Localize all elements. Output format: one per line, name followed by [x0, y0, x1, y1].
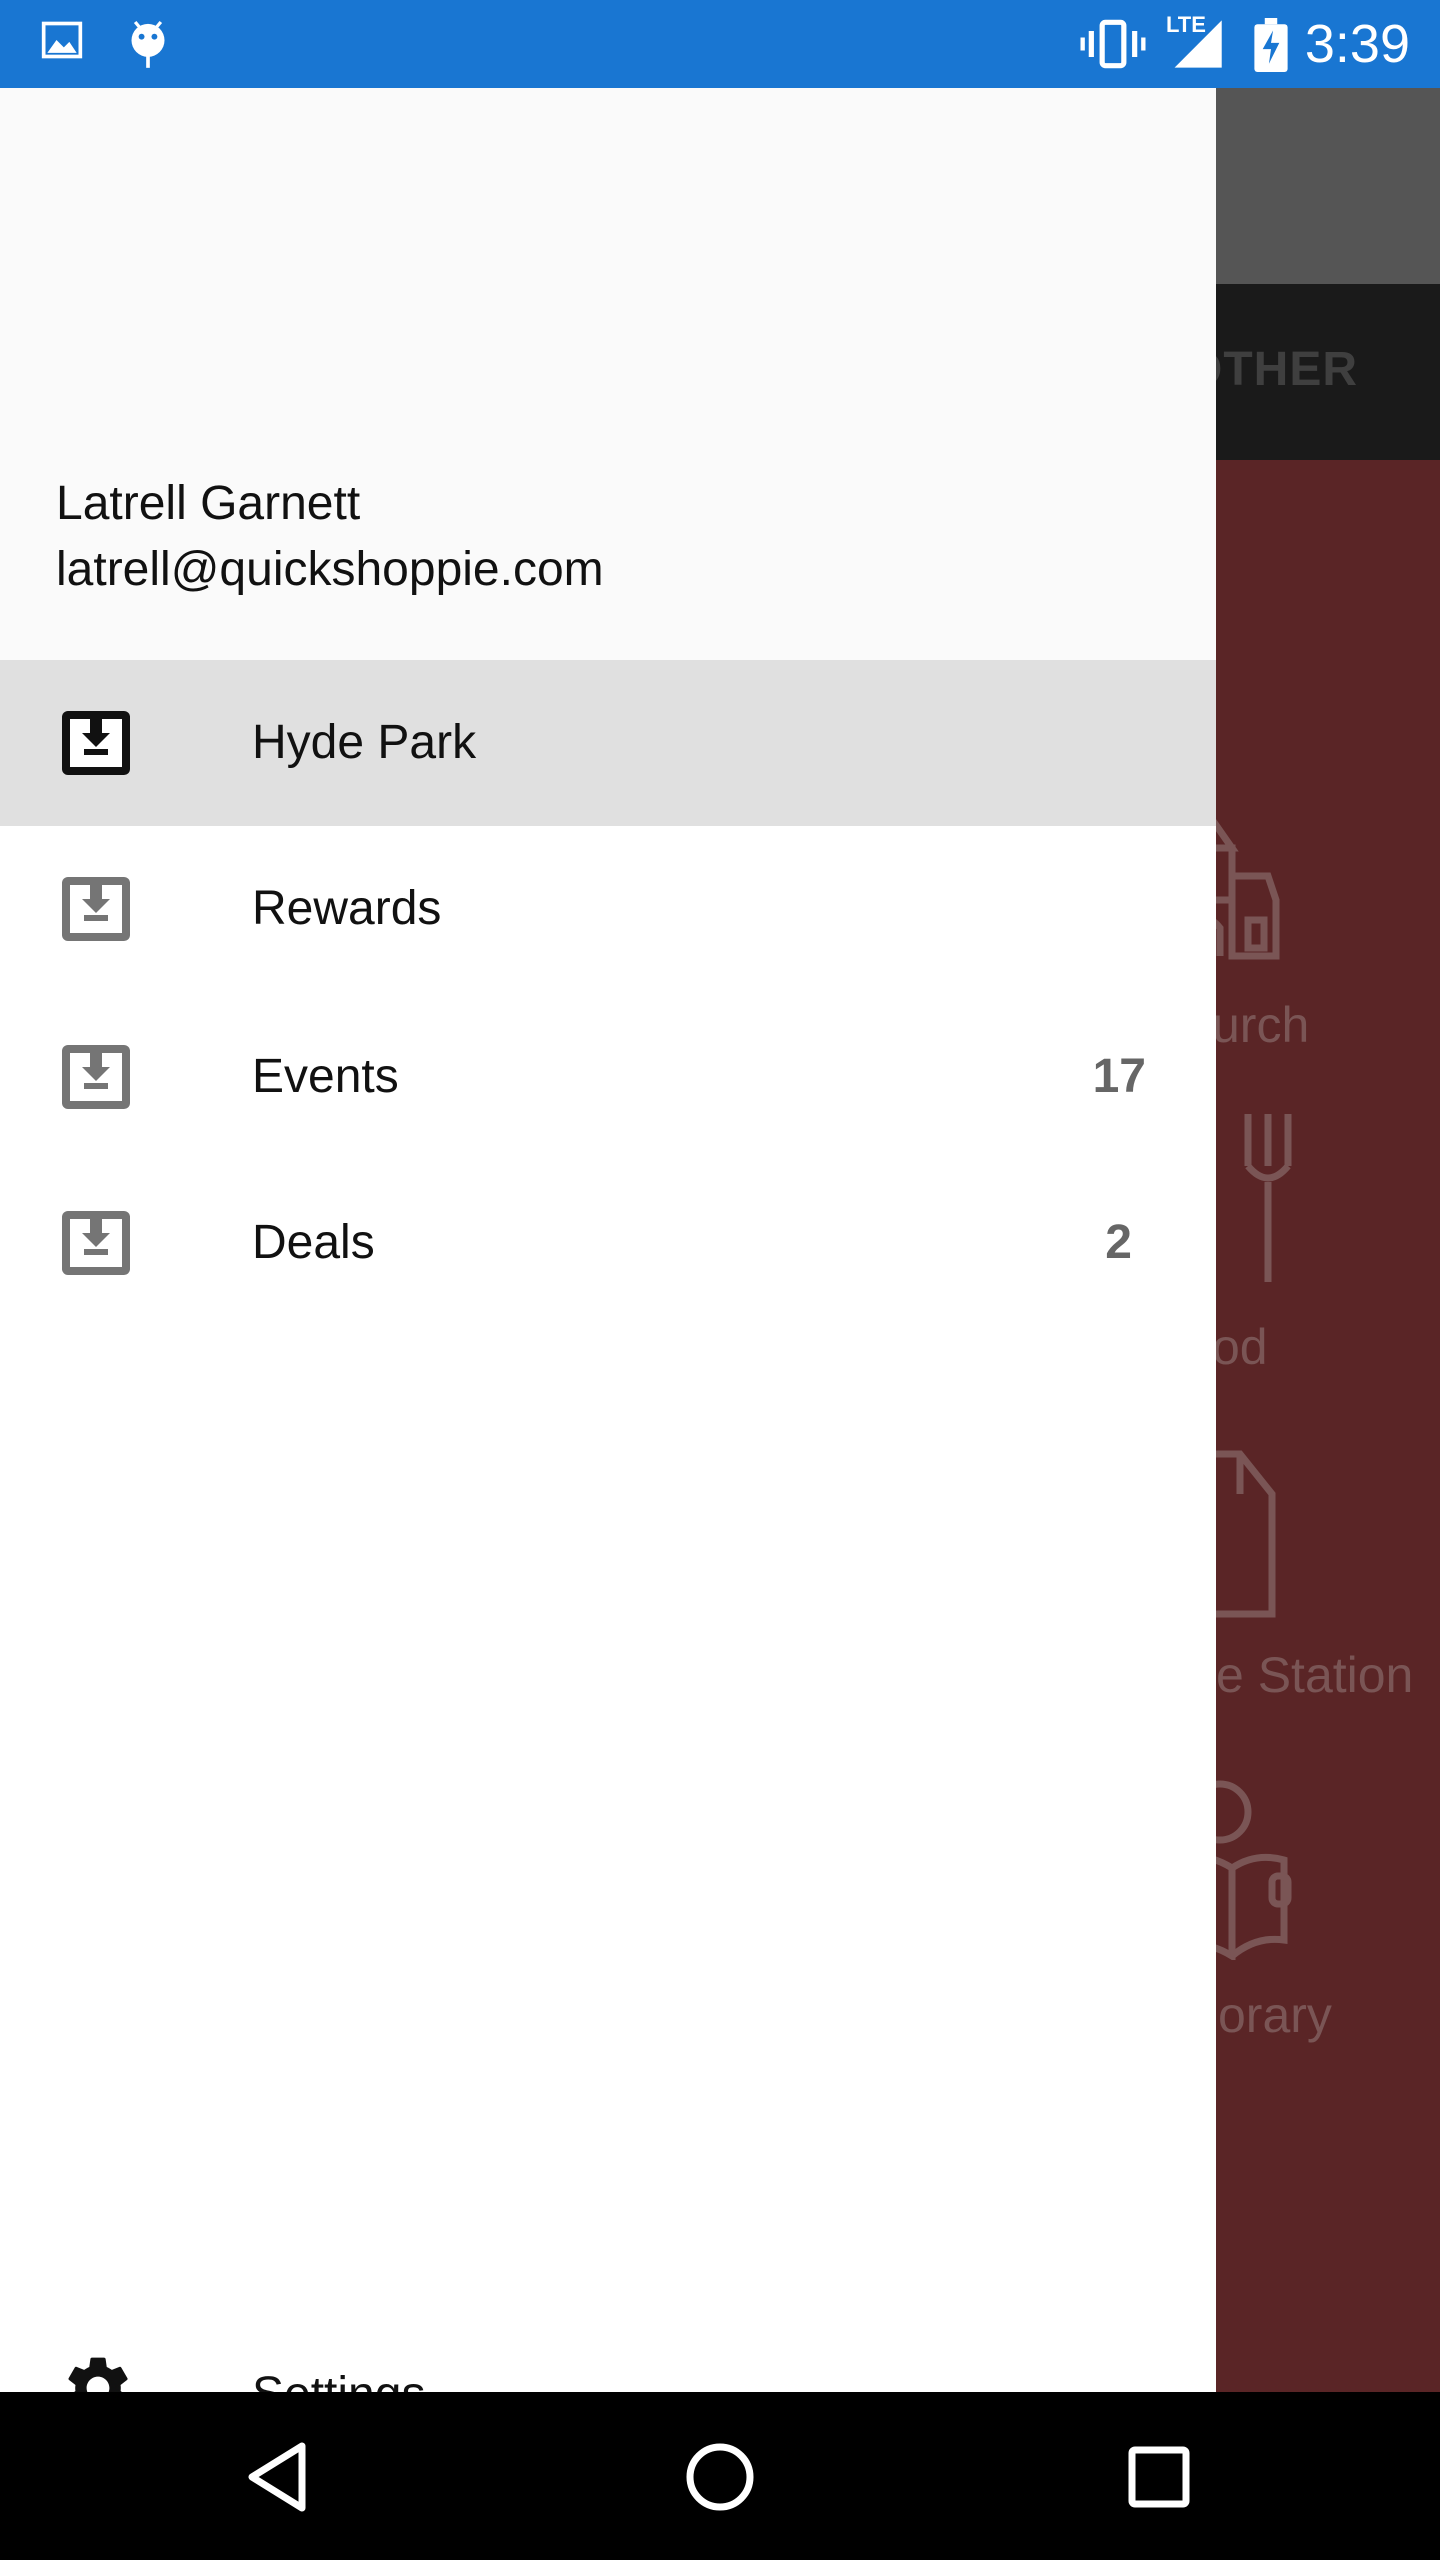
- user-name: Latrell Garnett: [56, 477, 361, 530]
- drawer-item-hyde-park[interactable]: Hyde Park: [0, 660, 1216, 826]
- inbox-download-icon: [62, 1045, 130, 1109]
- category-fire-station-label: e Station: [1216, 1647, 1414, 1703]
- vibrate-icon: [1080, 18, 1146, 75]
- deals-count-badge: 2: [1105, 1216, 1132, 1269]
- drawer-item-events[interactable]: Events 17: [0, 994, 1216, 1160]
- image-icon: [40, 18, 84, 67]
- inbox-download-icon: [62, 1211, 130, 1275]
- android-debug-icon: [126, 18, 170, 75]
- lte-signal-icon: LTE: [1166, 12, 1226, 75]
- category-church-label: urch: [1212, 997, 1310, 1053]
- back-button[interactable]: [236, 2432, 326, 2522]
- drawer-item-deals[interactable]: Deals 2: [0, 1160, 1216, 1326]
- inbox-download-icon: [62, 877, 130, 941]
- drawer-item-label: Deals: [252, 1216, 375, 1269]
- system-navigation-bar: [0, 2392, 1440, 2560]
- inbox-download-icon: [62, 711, 130, 775]
- drawer-item-label: Events: [252, 1050, 399, 1103]
- drawer-item-rewards[interactable]: Rewards: [0, 826, 1216, 992]
- network-label: LTE: [1166, 12, 1206, 37]
- drawer-header: Latrell Garnett latrell@quickshoppie.com: [0, 88, 1216, 660]
- events-count-badge: 17: [1092, 1050, 1146, 1103]
- status-clock: 3:39: [1304, 14, 1410, 74]
- category-food-label: od: [1212, 1319, 1268, 1375]
- status-bar: LTE 3:39: [0, 0, 1440, 88]
- user-email: latrell@quickshoppie.com: [56, 543, 604, 596]
- battery-charging-icon: [1254, 18, 1288, 77]
- drawer-item-label: Rewards: [252, 882, 442, 935]
- home-button[interactable]: [675, 2432, 765, 2522]
- recents-button[interactable]: [1114, 2432, 1204, 2522]
- drawer-item-label: Hyde Park: [252, 716, 477, 769]
- navigation-drawer: Latrell Garnett latrell@quickshoppie.com…: [0, 88, 1216, 2421]
- category-library-label: orary: [1218, 1987, 1332, 2043]
